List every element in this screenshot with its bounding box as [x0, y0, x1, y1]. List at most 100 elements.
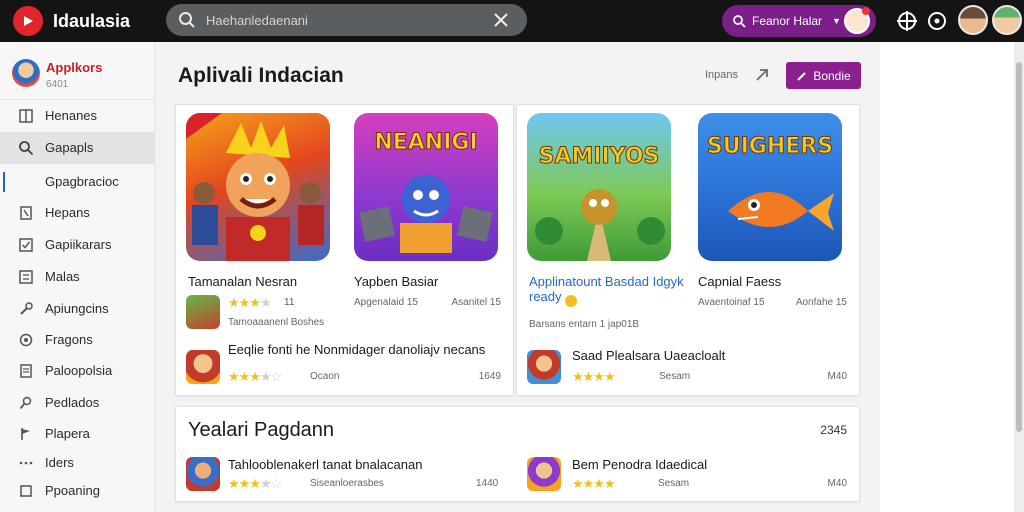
- checkbox-icon: [19, 238, 33, 252]
- list-item-title[interactable]: Tahlooblenakerl tanat bnalacanan: [228, 457, 422, 472]
- main-content: Aplivali Indacian Inpans Bondie NEANIGI: [157, 42, 880, 512]
- sidebar-item-malas[interactable]: Malas: [0, 261, 155, 293]
- sidebar-item-paloopolsia[interactable]: Paloopolsia: [0, 355, 155, 387]
- sidebar-item-ppoaning[interactable]: Ppoaning: [0, 475, 155, 507]
- app-stat: Aonfahe 15: [795, 297, 847, 308]
- list-item-title[interactable]: Eeqlie fonti he Nonmidager danoliajv nec…: [228, 342, 485, 357]
- app-name: Idaulasia: [53, 10, 131, 31]
- list-item-count: 1440: [476, 478, 499, 489]
- sidebar-item-gapapls[interactable]: Gapapls: [0, 132, 155, 164]
- list-icon: [19, 270, 33, 284]
- emoji-icon[interactable]: [926, 10, 948, 32]
- sidebar-item-fragons[interactable]: Fragons: [0, 324, 155, 356]
- app-meta: Barsans entarn 1 jap01B: [529, 319, 640, 330]
- sidebar-item-label: Henanes: [45, 108, 98, 123]
- app-stat: Asanitel 15: [451, 297, 501, 308]
- pencil-icon: [797, 71, 807, 81]
- section-count: 2345: [820, 423, 847, 437]
- crosshair-icon[interactable]: [896, 10, 918, 32]
- list-item-meta: Sesam: [659, 371, 691, 382]
- primary-action-label: Bondie: [813, 68, 851, 83]
- scrollbar-thumb[interactable]: [1016, 62, 1022, 432]
- app-tile-image[interactable]: SUIGHERS: [698, 113, 842, 261]
- app-card: SAMIIYOS SUIGHERS Applinatount Basdad Id…: [516, 104, 860, 396]
- scrollbar[interactable]: [1014, 42, 1024, 512]
- right-panel: [880, 42, 1014, 512]
- sidebar-item-gapiikarars[interactable]: Gapiikarars: [0, 229, 155, 261]
- star-rating: ★★★★: [572, 476, 616, 491]
- sidebar-item-label: Gapapls: [45, 140, 94, 155]
- account-promo-button[interactable]: Feanor Halar ▼: [722, 5, 876, 37]
- app-icon[interactable]: [186, 457, 220, 491]
- arrow-icon[interactable]: [755, 68, 769, 82]
- wrench-icon: [20, 302, 33, 315]
- search-icon: [733, 15, 746, 28]
- avatar[interactable]: [992, 5, 1022, 35]
- sidebar-item-label: Apiungcins: [45, 301, 109, 316]
- sidebar-item-label: Plapera: [45, 426, 90, 441]
- star-rating: ★★★★: [228, 295, 272, 310]
- pin-icon: [19, 396, 32, 410]
- list-section-card: Yealari Pagdann 2345 Tahlooblenakerl tan…: [175, 406, 860, 502]
- clear-search-icon[interactable]: [493, 12, 509, 28]
- star-rating: ★★★★: [572, 369, 616, 384]
- sidebar-item-label: Gapiikarars: [45, 237, 112, 252]
- bookmark-icon: [20, 206, 32, 220]
- primary-action-button[interactable]: Bondie: [786, 62, 861, 89]
- top-bar: Idaulasia Feanor Halar ▼: [0, 0, 1024, 42]
- app-tile-image[interactable]: SAMIIYOS: [527, 113, 671, 261]
- search-bar[interactable]: [166, 4, 527, 36]
- rating-value: 11: [284, 297, 295, 308]
- app-tile-image[interactable]: [186, 113, 330, 261]
- sidebar-item-label: Gpagbracioc: [45, 174, 119, 189]
- svg-text:SUIGHERS: SUIGHERS: [707, 134, 833, 159]
- app-icon[interactable]: [527, 350, 561, 384]
- app-title[interactable]: Tamanalan Nesran: [188, 274, 297, 289]
- sidebar-item-henanes[interactable]: Henanes: [0, 100, 155, 132]
- sidebar-item-pedlados[interactable]: Pedlados: [0, 387, 155, 419]
- app-icon[interactable]: [527, 457, 561, 491]
- dots-icon: [19, 461, 33, 465]
- profile-block[interactable]: Applkors 6401: [0, 42, 155, 100]
- app-icon[interactable]: [186, 350, 220, 384]
- app-meta: Apgenalaid 15: [354, 297, 418, 308]
- sidebar-item-label: Paloopolsia: [45, 363, 113, 378]
- sort-label[interactable]: Inpans: [705, 69, 738, 81]
- page-title: Aplivali Indacian: [178, 64, 344, 87]
- search-icon: [179, 12, 195, 28]
- sidebar-item-hepans[interactable]: Hepans: [0, 197, 155, 229]
- star-rating: ★★★★☆: [228, 476, 282, 491]
- sidebar-item-label: Malas: [45, 269, 80, 284]
- grid-icon: [19, 109, 33, 123]
- sidebar-item-plapera[interactable]: Plapera: [0, 418, 155, 450]
- list-item-title[interactable]: Saad Plealsara Uaeacloalt: [572, 348, 725, 363]
- sidebar: Applkors 6401 Henanes Gapapls Gpagbracio…: [0, 42, 155, 512]
- fish-character-icon: SUIGHERS: [706, 134, 834, 231]
- promo-label: Feanor Halar: [752, 14, 823, 28]
- sidebar-item-apiungcins[interactable]: Apiungcins: [0, 293, 155, 325]
- svg-text:SAMIIYOS: SAMIIYOS: [539, 144, 660, 169]
- list-item-count: 1649: [478, 371, 501, 382]
- app-title-continued[interactable]: ready: [529, 289, 562, 304]
- search-icon: [19, 141, 34, 156]
- app-tile-image[interactable]: NEANIGI: [354, 113, 498, 261]
- profile-sub: 6401: [46, 79, 69, 90]
- app-meta: Avaentoinaf 15: [698, 297, 765, 308]
- search-input[interactable]: [206, 12, 486, 28]
- list-item-title[interactable]: Bem Penodra Idaedical: [572, 457, 707, 472]
- app-logo[interactable]: Idaulasia: [0, 0, 155, 42]
- square-icon: [20, 485, 32, 497]
- profile-name: Applkors: [46, 60, 103, 75]
- app-title[interactable]: Applinatount Basdad Idgyk: [529, 274, 684, 289]
- app-icon[interactable]: [186, 295, 220, 329]
- monster-character-icon: NEANIGI: [359, 130, 493, 253]
- list-item-count: M40: [827, 478, 847, 489]
- app-title[interactable]: Capnial Faess: [698, 274, 781, 289]
- flag-icon: [21, 428, 30, 440]
- app-meta: Tamoaaanenl Boshes: [228, 317, 325, 328]
- list-item-meta: Siseanloerasbes: [310, 478, 384, 489]
- sidebar-item-gpagbracioc[interactable]: Gpagbracioc: [0, 166, 155, 198]
- avatar[interactable]: [958, 5, 988, 35]
- app-title[interactable]: Yapben Basiar: [354, 274, 438, 289]
- cartoon-character-icon: [186, 113, 324, 261]
